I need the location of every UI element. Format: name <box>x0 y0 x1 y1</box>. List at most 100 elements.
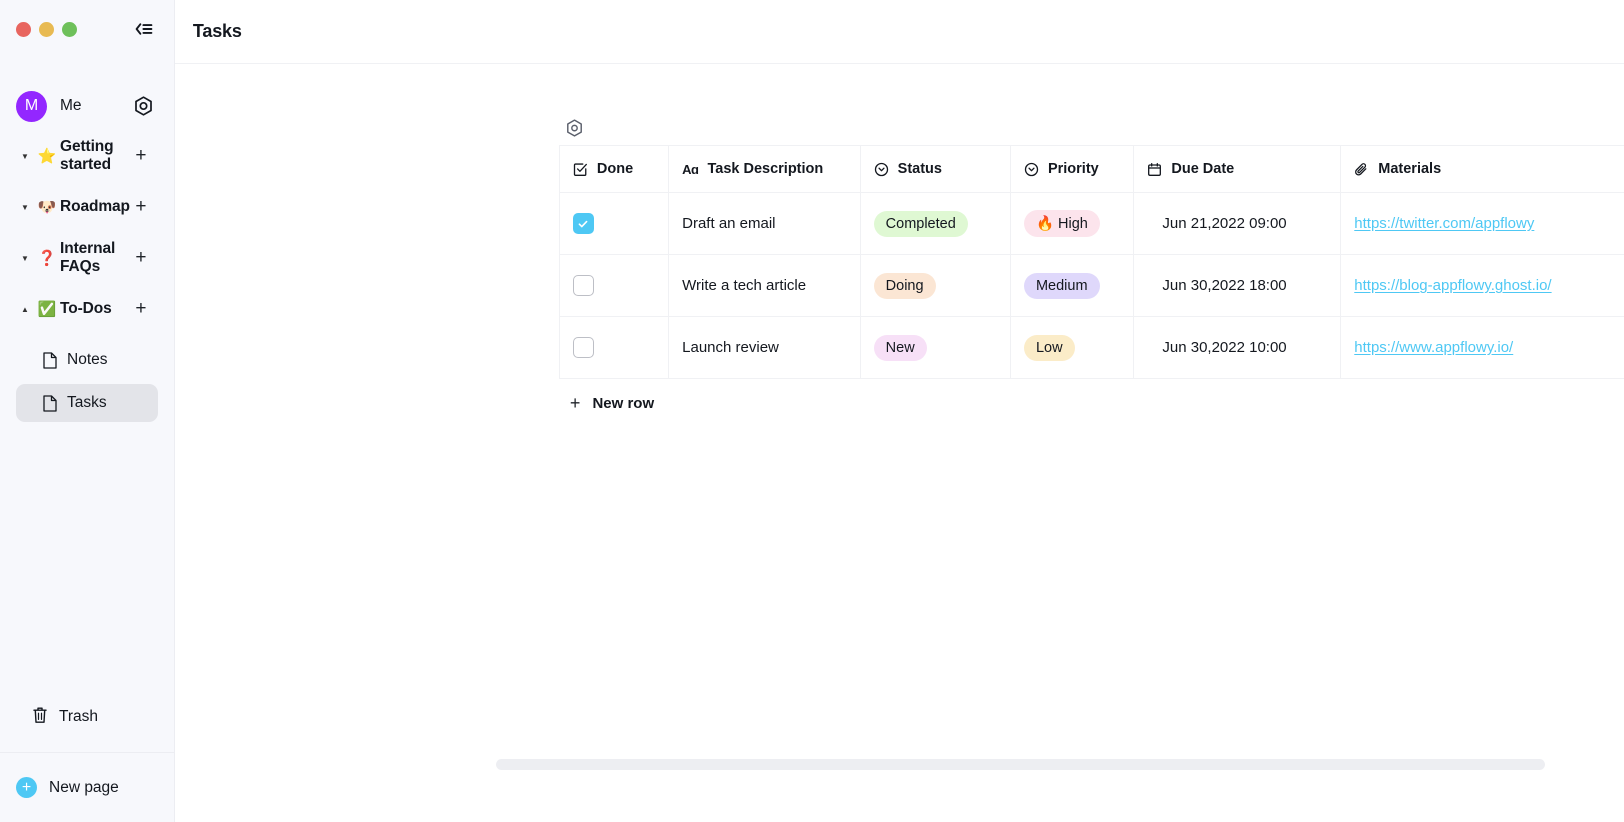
new-page-button[interactable]: + New page <box>0 752 174 822</box>
grid-area: Done Aɑ Task Description Status Priority… <box>175 64 1624 822</box>
cell-due-date[interactable]: Jun 30,2022 10:00 <box>1133 316 1342 379</box>
cell-materials[interactable]: https://www.appflowy.io/ <box>1340 316 1624 379</box>
plus-icon: + <box>569 393 581 413</box>
status-badge: Doing <box>873 272 936 299</box>
add-page-button[interactable]: + <box>130 145 152 167</box>
cell-priority[interactable]: Low <box>1009 316 1135 379</box>
single-select-icon <box>1024 162 1039 177</box>
maximize-window-button[interactable] <box>62 21 77 37</box>
horizontal-scrollbar[interactable] <box>495 759 1545 770</box>
new-row-button[interactable]: + New row <box>559 379 1624 427</box>
column-header-status[interactable]: Status <box>859 145 1011 193</box>
add-page-button[interactable]: + <box>130 298 152 320</box>
column-header-materials[interactable]: Materials <box>1340 145 1624 193</box>
done-checkbox[interactable] <box>572 213 594 234</box>
gear-icon <box>135 95 153 116</box>
scrollbar-thumb[interactable] <box>495 759 1545 770</box>
priority-badge: Low <box>1023 334 1075 361</box>
chevron-down-icon[interactable]: ▼ <box>16 203 34 212</box>
sidebar-item-label: Notes <box>67 351 108 368</box>
cell-task-description[interactable]: Write a tech article <box>668 254 861 317</box>
sidebar-tree: ▼ ⭐ Getting started + ▼ 🐶 Roadmap + ▼ ❓ … <box>0 137 174 427</box>
avatar: M <box>16 90 47 122</box>
grid-table: Done Aɑ Task Description Status Priority… <box>558 145 1624 379</box>
sidebar-item-label: Getting started <box>60 138 114 173</box>
sidebar-titlebar <box>0 0 174 58</box>
settings-button[interactable] <box>130 92 158 120</box>
grid-toolbar <box>175 111 1624 145</box>
cell-materials[interactable]: https://twitter.com/appflowy <box>1340 192 1624 255</box>
cell-done[interactable] <box>558 316 670 379</box>
sidebar-item-getting-started[interactable]: ▼ ⭐ Getting started + <box>16 137 158 175</box>
table-row[interactable]: Write a tech article Doing Medium Jun 30… <box>558 254 1624 317</box>
grid-body: Draft an email Completed 🔥 High Jun 21,2… <box>558 192 1624 379</box>
app-window: M Me ▼ ⭐ Getting started + ▼ 🐶 Roadmap + <box>0 0 1624 822</box>
plus-circle-icon: + <box>16 777 37 798</box>
question-mark-icon: ❓ <box>37 249 57 267</box>
user-name: Me <box>60 97 82 114</box>
sidebar-item-trash[interactable]: Trash <box>16 696 158 738</box>
column-header-label: Task Description <box>707 161 824 177</box>
sidebar-item-roadmap[interactable]: ▼ 🐶 Roadmap + <box>16 188 158 226</box>
grid-table-wrapper: Done Aɑ Task Description Status Priority… <box>175 145 1624 379</box>
sidebar: M Me ▼ ⭐ Getting started + ▼ 🐶 Roadmap + <box>0 0 175 822</box>
column-header-due-date[interactable]: Due Date <box>1133 145 1342 193</box>
sidebar-item-to-dos[interactable]: ▲ ✅ To-Dos + <box>16 290 158 328</box>
calendar-icon <box>1147 162 1162 177</box>
cell-done[interactable] <box>558 192 670 255</box>
user-profile-row[interactable]: M Me <box>0 75 174 137</box>
cell-due-date[interactable]: Jun 21,2022 09:00 <box>1133 192 1342 255</box>
sidebar-item-label: Tasks <box>67 394 107 411</box>
cell-task-description[interactable]: Draft an email <box>668 192 861 255</box>
column-header-label: Priority <box>1047 161 1099 177</box>
done-checkbox[interactable] <box>572 337 594 358</box>
cell-priority[interactable]: 🔥 High <box>1009 192 1135 255</box>
sidebar-item-tasks[interactable]: Tasks <box>16 384 158 422</box>
sidebar-item-internal-faqs[interactable]: ▼ ❓ Internal FAQs + <box>16 239 158 277</box>
column-header-label: Status <box>897 161 942 177</box>
collapse-sidebar-icon <box>135 23 153 35</box>
column-header-label: Done <box>596 161 634 177</box>
minimize-window-button[interactable] <box>39 21 54 37</box>
material-link[interactable]: https://blog-appflowy.ghost.io/ <box>1354 277 1551 294</box>
sidebar-item-notes[interactable]: Notes <box>16 341 158 379</box>
document-icon <box>43 351 67 369</box>
done-checkbox[interactable] <box>572 275 594 296</box>
close-window-button[interactable] <box>16 21 31 37</box>
new-row-label: New row <box>592 394 655 412</box>
text-aa-icon: Aɑ <box>682 161 699 177</box>
window-traffic-lights <box>16 21 77 37</box>
cell-task-description[interactable]: Launch review <box>668 316 861 379</box>
grid-header-row: Done Aɑ Task Description Status Priority… <box>558 145 1624 193</box>
check-icon <box>579 220 588 227</box>
chevron-down-icon[interactable]: ▼ <box>16 254 34 263</box>
cell-status[interactable]: Completed <box>859 192 1011 255</box>
cell-status[interactable]: Doing <box>859 254 1011 317</box>
table-row[interactable]: Launch review New Low Jun 30,2022 10:00 … <box>558 316 1624 379</box>
grid-settings-button[interactable] <box>563 116 587 140</box>
table-row[interactable]: Draft an email Completed 🔥 High Jun 21,2… <box>558 192 1624 255</box>
cell-done[interactable] <box>558 254 670 317</box>
column-header-label: Materials <box>1378 161 1442 177</box>
column-header-priority[interactable]: Priority <box>1009 145 1135 193</box>
column-header-done[interactable]: Done <box>558 145 670 193</box>
cell-materials[interactable]: https://blog-appflowy.ghost.io/ <box>1340 254 1624 317</box>
cell-priority[interactable]: Medium <box>1009 254 1135 317</box>
star-icon: ⭐ <box>37 147 57 165</box>
single-select-icon <box>874 162 889 177</box>
cell-status[interactable]: New <box>859 316 1011 379</box>
chevron-down-icon[interactable]: ▼ <box>16 152 34 161</box>
paperclip-icon <box>1354 162 1369 177</box>
chevron-up-icon[interactable]: ▲ <box>16 305 34 314</box>
cell-due-date[interactable]: Jun 30,2022 18:00 <box>1133 254 1342 317</box>
material-link[interactable]: https://twitter.com/appflowy <box>1354 215 1534 232</box>
add-page-button[interactable]: + <box>130 247 152 269</box>
trash-icon <box>32 706 48 729</box>
material-link[interactable]: https://www.appflowy.io/ <box>1354 339 1513 356</box>
page-header: Tasks <box>174 0 1624 64</box>
collapse-sidebar-button[interactable] <box>130 15 158 43</box>
column-header-task-description[interactable]: Aɑ Task Description <box>668 145 861 193</box>
add-page-button[interactable]: + <box>130 196 152 218</box>
priority-badge: 🔥 High <box>1023 210 1100 237</box>
priority-badge: Medium <box>1023 272 1100 299</box>
